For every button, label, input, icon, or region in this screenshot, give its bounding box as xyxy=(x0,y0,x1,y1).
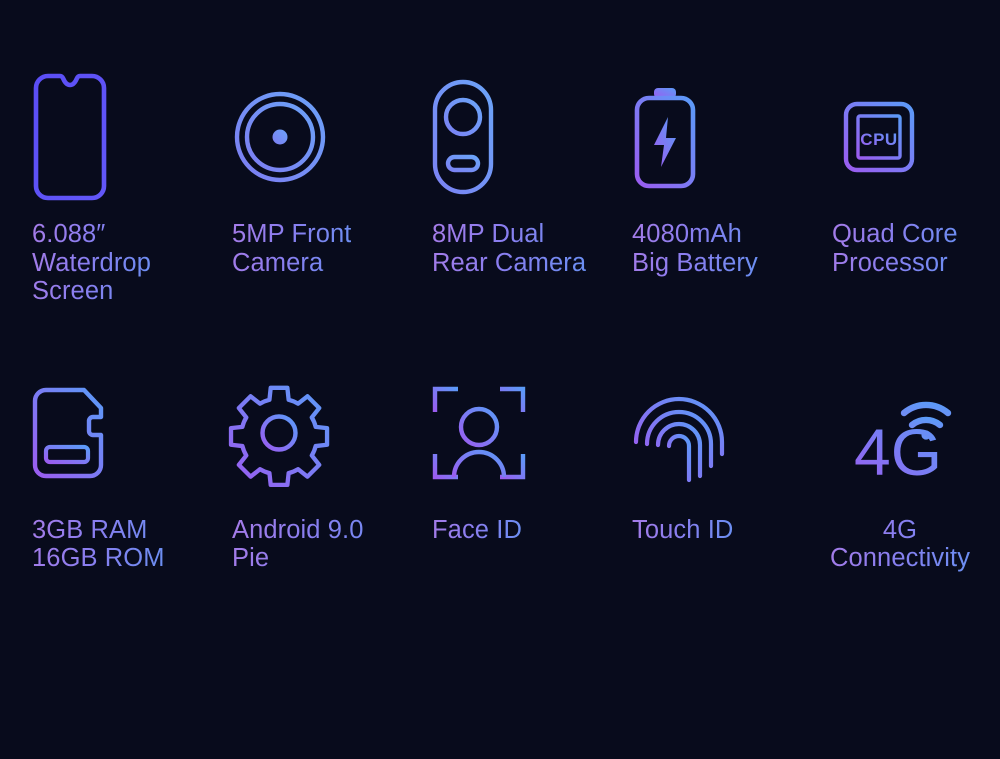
feature-label: 4080mAh Big Battery xyxy=(632,220,758,277)
feature-item-memory: 3GB RAM 16GB ROM xyxy=(0,368,200,573)
feature-label: 5MP Front Camera xyxy=(232,220,352,277)
feature-label: Face ID xyxy=(432,515,522,544)
icon-container xyxy=(32,72,108,202)
feature-row-bottom: 3GB RAM 16GB ROM Android 9.0 Pie Face ID… xyxy=(0,306,1000,573)
feature-item-battery: 4080mAh Big Battery xyxy=(600,72,800,306)
feature-item-touch-id: Touch ID xyxy=(600,368,800,573)
feature-item-android-version: Android 9.0 Pie xyxy=(200,368,400,573)
face-id-scan-icon xyxy=(432,386,526,479)
feature-item-processor: CPU Quad Core Processor xyxy=(800,72,1000,306)
feature-label: 6.088″ Waterdrop Screen xyxy=(32,220,151,305)
fingerprint-icon xyxy=(633,396,725,482)
cpu-chip-icon: CPU xyxy=(832,90,926,184)
4g-signal-icon: 4G xyxy=(854,401,952,489)
sd-memory-card-icon xyxy=(32,387,104,478)
feature-label: Android 9.0 Pie xyxy=(232,516,400,573)
feature-label: Touch ID xyxy=(632,515,734,544)
icon-container xyxy=(432,72,494,202)
battery-bolt-icon xyxy=(634,88,696,189)
icon-container: CPU xyxy=(832,72,926,202)
feature-row-top: 6.088″ Waterdrop Screen 5MP Front Camera… xyxy=(0,0,1000,306)
icon-container xyxy=(632,368,726,498)
cpu-label: CPU xyxy=(860,130,897,149)
phone-spec-feature-grid: 6.088″ Waterdrop Screen 5MP Front Camera… xyxy=(0,0,1000,759)
icon-container xyxy=(632,72,698,202)
feature-item-rear-camera: 8MP Dual Rear Camera xyxy=(400,72,600,306)
feature-item-connectivity: 4G 4G Connectivity xyxy=(800,368,1000,573)
feature-item-waterdrop-screen: 6.088″ Waterdrop Screen xyxy=(0,72,200,306)
feature-label: 3GB RAM 16GB ROM xyxy=(32,515,165,573)
icon-container xyxy=(232,72,328,202)
smartphone-waterdrop-notch-icon xyxy=(33,73,107,201)
dual-rear-camera-module-icon xyxy=(432,79,494,195)
icon-container xyxy=(228,368,330,498)
4g-label: 4G xyxy=(854,415,942,489)
icon-container xyxy=(32,368,114,498)
icon-container xyxy=(432,368,526,498)
icon-container: 4G xyxy=(800,368,1000,498)
feature-label: Quad Core Processor xyxy=(832,220,958,277)
feature-item-front-camera: 5MP Front Camera xyxy=(200,72,400,306)
front-camera-lens-icon xyxy=(234,91,326,183)
feature-label: 4G Connectivity xyxy=(829,515,971,573)
feature-label: 8MP Dual Rear Camera xyxy=(432,220,587,277)
feature-item-face-id: Face ID xyxy=(400,368,600,573)
gear-settings-icon xyxy=(228,385,330,487)
